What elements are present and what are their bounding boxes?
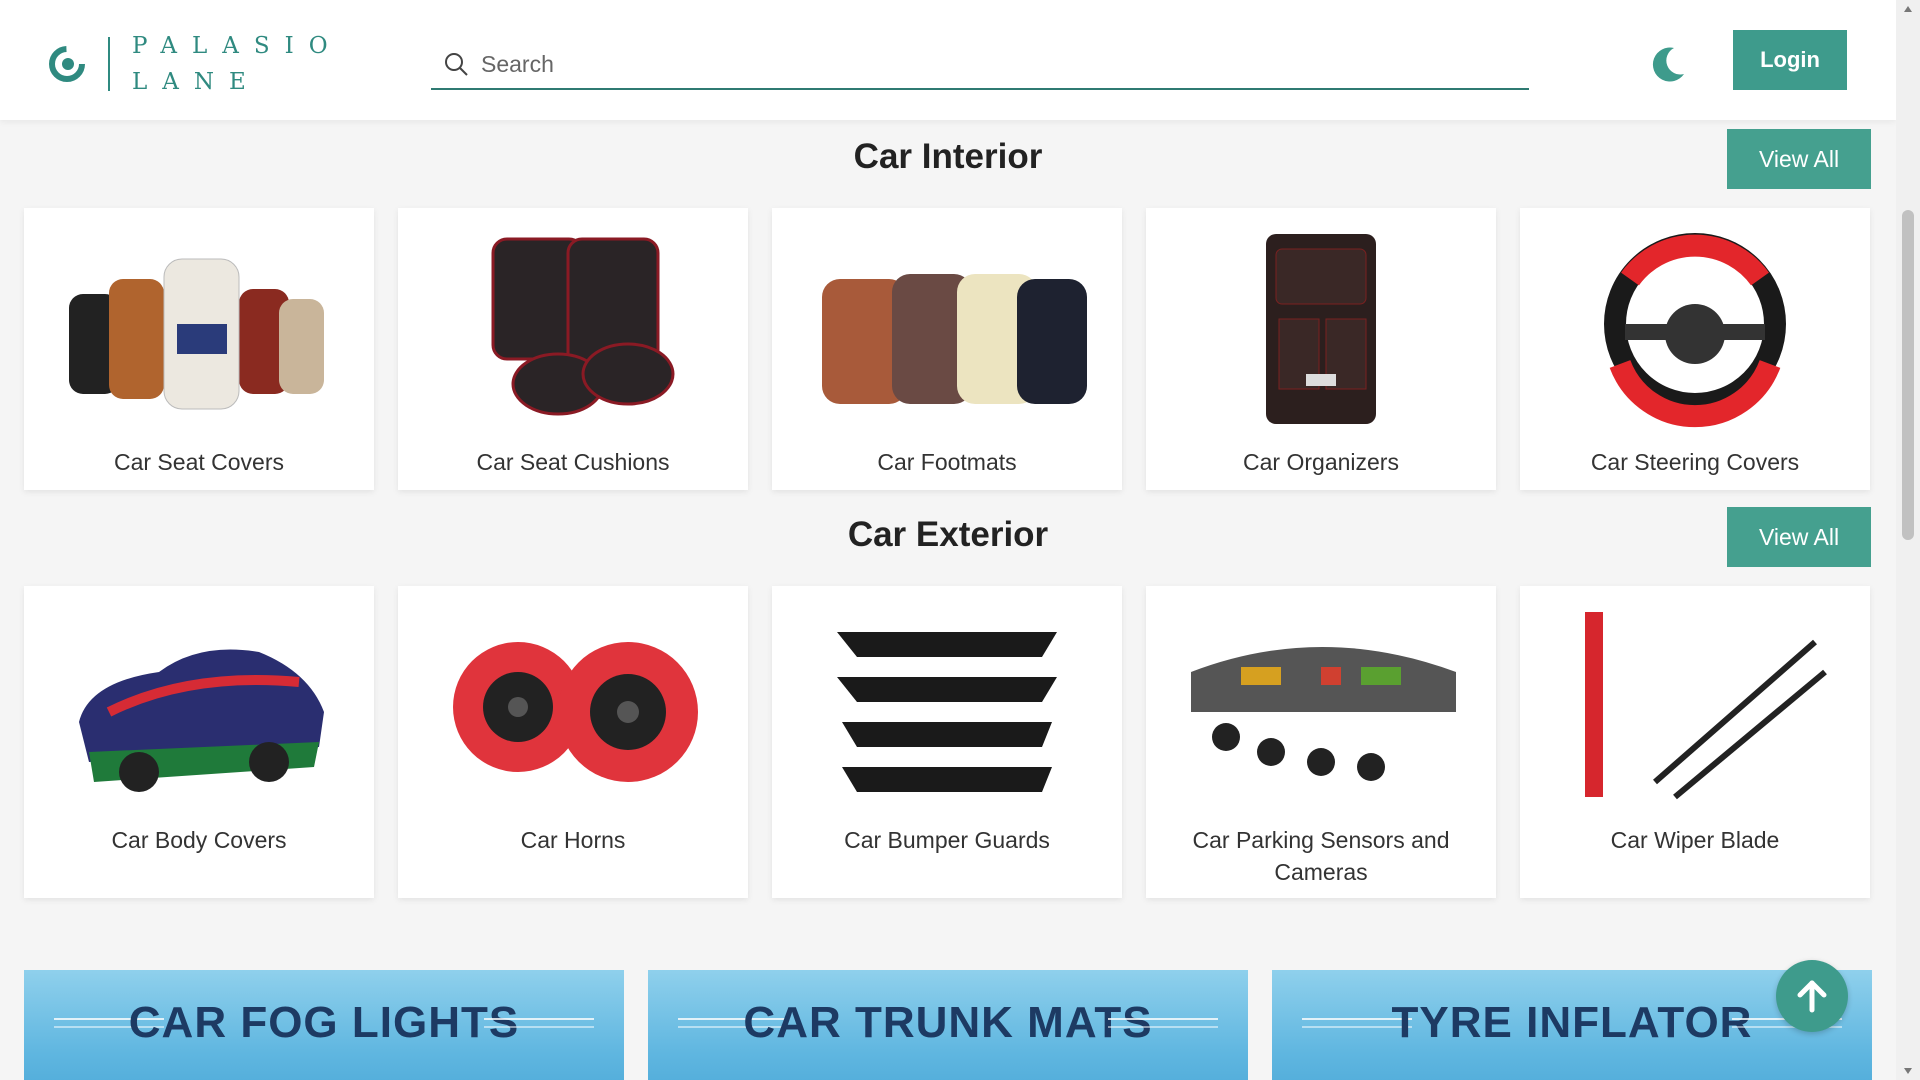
category-label: Car Horns <box>520 827 626 853</box>
category-card-bumper-guards[interactable]: Car Bumper Guards <box>772 586 1122 898</box>
category-card-steering-covers[interactable]: Car Steering Covers <box>1520 208 1870 490</box>
category-label: Car Footmats <box>877 449 1017 475</box>
search-input[interactable] <box>481 50 1481 78</box>
search-icon <box>445 53 468 76</box>
page: PALASIO LANE Login Car Interior View All <box>0 0 1896 1080</box>
login-button[interactable]: Login <box>1733 30 1847 90</box>
promo-banners: CAR FOG LIGHTS CAR TRUNK MATS TYRE INFLA… <box>24 970 1872 1080</box>
category-label: Car Seat Covers <box>113 449 284 475</box>
brand-logo[interactable]: PALASIO LANE <box>46 28 343 100</box>
palasio-logo-icon <box>49 46 85 82</box>
section-title-car-exterior: Car Exterior <box>847 515 1049 554</box>
car-footmats-image <box>822 274 1087 404</box>
scroll-down-arrow-icon[interactable] <box>1904 1068 1912 1074</box>
car-parking-sensors-image <box>1191 647 1456 781</box>
category-card-seat-cushions[interactable]: Car Seat Cushions <box>398 208 748 490</box>
category-label: Car Organizers <box>1243 449 1399 475</box>
category-label: Car Wiper Blade <box>1610 827 1780 853</box>
banner-decoration <box>484 1018 594 1028</box>
category-card-organizers[interactable]: Car Organizers <box>1146 208 1496 490</box>
category-card-wiper-blade[interactable]: Car Wiper Blade <box>1520 586 1870 898</box>
category-label: Car Seat Cushions <box>476 449 670 475</box>
moon-icon[interactable] <box>1648 44 1688 84</box>
car-body-covers-image <box>79 649 324 792</box>
scroll-up-arrow-icon[interactable] <box>1904 6 1912 12</box>
car-bumper-guards-image <box>837 632 1057 792</box>
car-seat-cushions-image <box>491 237 675 416</box>
category-card-horns[interactable]: Car Horns <box>398 586 748 898</box>
category-card-parking-sensors[interactable]: Car Parking Sensors and Cameras <box>1146 586 1496 898</box>
search-bar <box>431 40 1529 90</box>
interior-category-grid: Car Seat Covers Car Seat Cushions Car Fo… <box>24 208 1872 490</box>
category-label: Car Body Covers <box>111 827 287 853</box>
car-wiper-blade-image <box>1585 612 1827 800</box>
scroll-to-top-button[interactable] <box>1776 960 1848 1032</box>
site-header: PALASIO LANE Login <box>0 0 1896 120</box>
category-card-seat-covers[interactable]: Car Seat Covers <box>24 208 374 490</box>
banner-decoration <box>1108 1018 1218 1028</box>
category-label: Car Parking Sensors and Cameras <box>1192 827 1450 885</box>
vertical-scrollbar[interactable] <box>1896 0 1920 1080</box>
exterior-category-grid: Car Body Covers Car Horns Car Bumper Gua… <box>24 586 1872 898</box>
car-seat-covers-image <box>69 258 324 410</box>
category-label: Car Bumper Guards <box>844 827 1050 853</box>
promo-banner-fog-lights[interactable]: CAR FOG LIGHTS <box>24 970 624 1080</box>
brand-line-2: LANE <box>132 69 261 95</box>
brand-line-1: PALASIO <box>132 33 343 59</box>
scrollbar-thumb[interactable] <box>1902 210 1914 540</box>
brand-name: PALASIO LANE <box>132 28 343 100</box>
logo-divider <box>108 37 110 91</box>
category-card-body-covers[interactable]: Car Body Covers <box>24 586 374 898</box>
car-steering-covers-image <box>1604 233 1786 428</box>
category-label: Car Steering Covers <box>1590 449 1800 475</box>
arrow-up-icon <box>1797 980 1827 1013</box>
category-card-footmats[interactable]: Car Footmats <box>772 208 1122 490</box>
section-title-car-interior: Car Interior <box>853 137 1043 176</box>
view-all-interior-button[interactable]: View All <box>1727 129 1871 189</box>
promo-banner-trunk-mats[interactable]: CAR TRUNK MATS <box>648 970 1248 1080</box>
car-organizers-image <box>1266 234 1376 424</box>
car-horns-image <box>453 642 698 782</box>
view-all-exterior-button[interactable]: View All <box>1727 507 1871 567</box>
